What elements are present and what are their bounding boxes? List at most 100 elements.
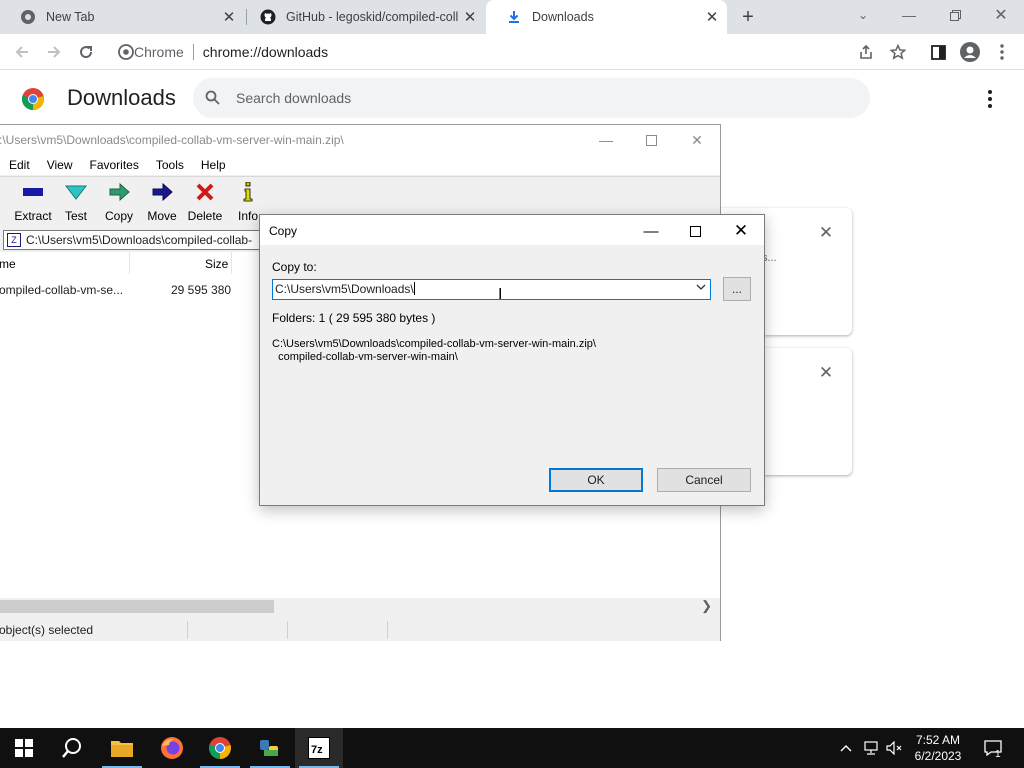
maximize-icon bbox=[689, 225, 701, 237]
path-value: C:\Users\vm5\Downloads\compiled-collab- bbox=[26, 233, 253, 247]
search-icon bbox=[205, 90, 220, 108]
browse-button[interactable]: ... bbox=[723, 277, 751, 301]
taskbar-python-idle[interactable] bbox=[246, 728, 294, 768]
back-button[interactable] bbox=[8, 38, 36, 66]
network-button[interactable] bbox=[860, 728, 882, 768]
maximize-button[interactable] bbox=[684, 220, 706, 242]
tab-label: New Tab bbox=[46, 10, 95, 24]
taskbar-file-explorer[interactable] bbox=[98, 728, 146, 768]
status-divider bbox=[287, 621, 288, 639]
omnibox-divider bbox=[192, 44, 194, 60]
sevenzip-menubar: Edit View Favorites Tools Help bbox=[0, 155, 720, 175]
arrow-left-icon bbox=[15, 46, 28, 58]
menu-tools[interactable]: Tools bbox=[156, 155, 184, 175]
column-name-header[interactable]: me bbox=[0, 252, 16, 274]
windows-taskbar: 7z 7:52 AM 6/2/2023 1 bbox=[0, 728, 1024, 768]
copy-dialog: Copy — ✕ Copy to: C:\Users\vm5\Downloads… bbox=[259, 214, 765, 506]
arrow-right-icon bbox=[48, 46, 61, 58]
search-downloads-input[interactable]: Search downloads bbox=[193, 78, 870, 118]
taskbar-7zip[interactable]: 7z bbox=[295, 728, 343, 768]
taskbar-firefox[interactable] bbox=[148, 728, 196, 768]
sevenzip-titlebar: :\Users\vm5\Downloads\compiled-collab-vm… bbox=[0, 125, 720, 155]
downloads-menu-button[interactable] bbox=[980, 85, 1000, 113]
address-bar[interactable]: Chrome chrome://downloads bbox=[108, 37, 924, 67]
column-size-header[interactable]: Size bbox=[205, 252, 228, 274]
column-divider bbox=[231, 252, 232, 274]
extract-icon bbox=[21, 181, 45, 203]
forward-button[interactable] bbox=[40, 38, 68, 66]
omnibox-url: chrome://downloads bbox=[202, 44, 329, 60]
reload-button[interactable] bbox=[72, 38, 100, 66]
svg-text:7z: 7z bbox=[311, 744, 323, 756]
chevron-down-icon[interactable] bbox=[696, 282, 706, 294]
restore-icon bbox=[949, 9, 961, 21]
scrollbar-thumb[interactable] bbox=[0, 600, 274, 613]
row-name: ompiled-collab-vm-se... bbox=[0, 283, 124, 297]
move-icon bbox=[150, 181, 174, 203]
ok-button[interactable]: OK bbox=[549, 468, 643, 492]
scroll-right-arrow-icon[interactable]: ❯ bbox=[701, 598, 712, 614]
menu-view[interactable]: View bbox=[47, 155, 73, 175]
close-icon[interactable]: ✕ bbox=[818, 223, 834, 242]
column-divider bbox=[129, 252, 130, 274]
source-path-line2: compiled-collab-vm-server-win-main\ bbox=[272, 351, 458, 363]
minimize-button[interactable]: — bbox=[640, 220, 662, 242]
destination-path-value: C:\Users\vm5\Downloads\ bbox=[275, 282, 414, 296]
dialog-title: Copy bbox=[269, 224, 298, 238]
close-icon[interactable]: ✕ bbox=[220, 8, 238, 26]
cancel-button[interactable]: Cancel bbox=[657, 468, 751, 492]
maximize-icon bbox=[645, 134, 657, 146]
7zip-icon: 7z bbox=[308, 737, 330, 759]
table-row[interactable]: ompiled-collab-vm-se... 29 595 380 bbox=[0, 280, 239, 300]
source-path-line1: C:\Users\vm5\Downloads\compiled-collab-v… bbox=[272, 338, 596, 350]
horizontal-scrollbar[interactable]: ❯ bbox=[0, 598, 720, 615]
copy-icon bbox=[107, 181, 131, 203]
notifications-button[interactable]: 1 bbox=[980, 728, 1006, 768]
menu-help[interactable]: Help bbox=[201, 155, 226, 175]
extract-label: Extract bbox=[14, 209, 52, 223]
search-button[interactable] bbox=[48, 728, 96, 768]
downloads-header: Downloads Search downloads bbox=[0, 71, 1024, 127]
minimize-button[interactable]: — bbox=[597, 131, 615, 149]
side-panel-button[interactable] bbox=[924, 38, 952, 66]
notification-count: 1 bbox=[995, 749, 1001, 760]
sevenzip-title: :\Users\vm5\Downloads\compiled-collab-vm… bbox=[0, 133, 344, 147]
taskbar-clock[interactable]: 7:52 AM 6/2/2023 bbox=[902, 732, 974, 764]
test-icon bbox=[64, 181, 88, 203]
firefox-icon bbox=[161, 737, 183, 759]
close-window-button[interactable]: ✕ bbox=[978, 0, 1024, 30]
tab-new-tab[interactable]: New Tab ✕ bbox=[0, 0, 244, 34]
close-button[interactable]: ✕ bbox=[730, 220, 752, 242]
menu-edit[interactable]: Edit bbox=[9, 155, 30, 175]
tab-downloads[interactable]: Downloads ✕ bbox=[486, 0, 727, 34]
delete-label: Delete bbox=[187, 209, 223, 223]
chrome-menu-button[interactable] bbox=[990, 38, 1014, 66]
restore-button[interactable] bbox=[932, 0, 978, 30]
delete-icon bbox=[193, 181, 217, 203]
github-icon bbox=[260, 9, 276, 25]
share-button[interactable] bbox=[852, 38, 880, 66]
profile-button[interactable] bbox=[956, 38, 984, 66]
close-icon[interactable]: ✕ bbox=[703, 8, 721, 26]
chrome-icon bbox=[20, 9, 36, 25]
menu-favorites[interactable]: Favorites bbox=[89, 155, 138, 175]
minimize-button[interactable]: — bbox=[886, 0, 932, 30]
show-hidden-icons-button[interactable] bbox=[836, 728, 856, 768]
tab-github[interactable]: GitHub - legoskid/compiled-coll ✕ bbox=[240, 0, 485, 34]
maximize-button[interactable] bbox=[642, 131, 660, 149]
destination-path-combobox[interactable]: C:\Users\vm5\Downloads\ bbox=[272, 279, 711, 300]
dialog-titlebar: Copy — ✕ bbox=[260, 215, 764, 245]
info-label: Info bbox=[237, 209, 258, 223]
row-size: 29 595 380 bbox=[171, 283, 232, 297]
taskbar-chrome[interactable] bbox=[196, 728, 244, 768]
new-tab-button[interactable]: + bbox=[736, 5, 760, 29]
close-icon[interactable]: ✕ bbox=[461, 8, 479, 26]
close-icon[interactable]: ✕ bbox=[818, 363, 834, 382]
close-button[interactable]: ✕ bbox=[688, 131, 706, 149]
start-button[interactable] bbox=[0, 728, 48, 768]
bookmark-star-button[interactable] bbox=[884, 38, 912, 66]
tab-search-icon[interactable]: ⌄ bbox=[840, 0, 886, 30]
status-bar: object(s) selected bbox=[0, 619, 720, 641]
start-icon bbox=[15, 739, 33, 757]
omnibox-origin: Chrome bbox=[134, 44, 184, 60]
